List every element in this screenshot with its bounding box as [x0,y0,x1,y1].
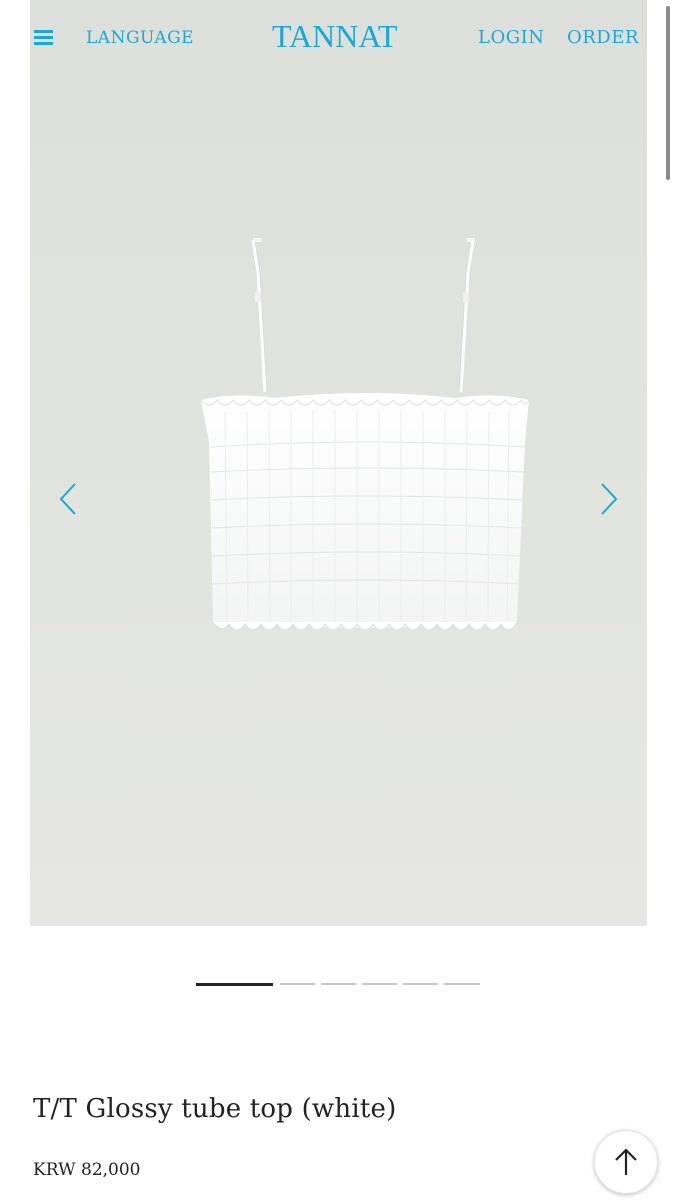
hamburger-menu-icon[interactable] [34,30,53,45]
language-link[interactable]: LANGUAGE [86,28,194,48]
scrollbar-thumb[interactable] [666,6,670,180]
site-header: LANGUAGE TANNAT LOGIN ORDER [0,0,676,76]
pagination-indicator-2[interactable] [280,983,315,985]
product-price: KRW 82,000 [33,1160,141,1180]
scroll-to-top-button[interactable] [594,1130,658,1194]
login-link[interactable]: LOGIN [478,27,544,48]
pagination-indicator-4[interactable] [362,983,397,985]
pagination-indicator-6[interactable] [444,983,480,985]
pagination-indicator-1[interactable] [196,982,273,986]
chevron-left-icon[interactable] [56,480,82,518]
arrow-up-icon [615,1148,637,1175]
order-link[interactable]: ORDER [567,27,639,48]
product-title: T/T Glossy tube top (white) [33,1094,397,1124]
pagination-indicator-3[interactable] [321,983,356,985]
brand-logo[interactable]: TANNAT [272,18,397,55]
product-photo-garment [200,238,530,631]
chevron-right-icon[interactable] [595,480,621,518]
pagination-indicator-5[interactable] [403,983,438,985]
product-image[interactable] [30,0,647,926]
product-page: LANGUAGE TANNAT LOGIN ORDER T/T Glossy t… [0,0,676,1200]
